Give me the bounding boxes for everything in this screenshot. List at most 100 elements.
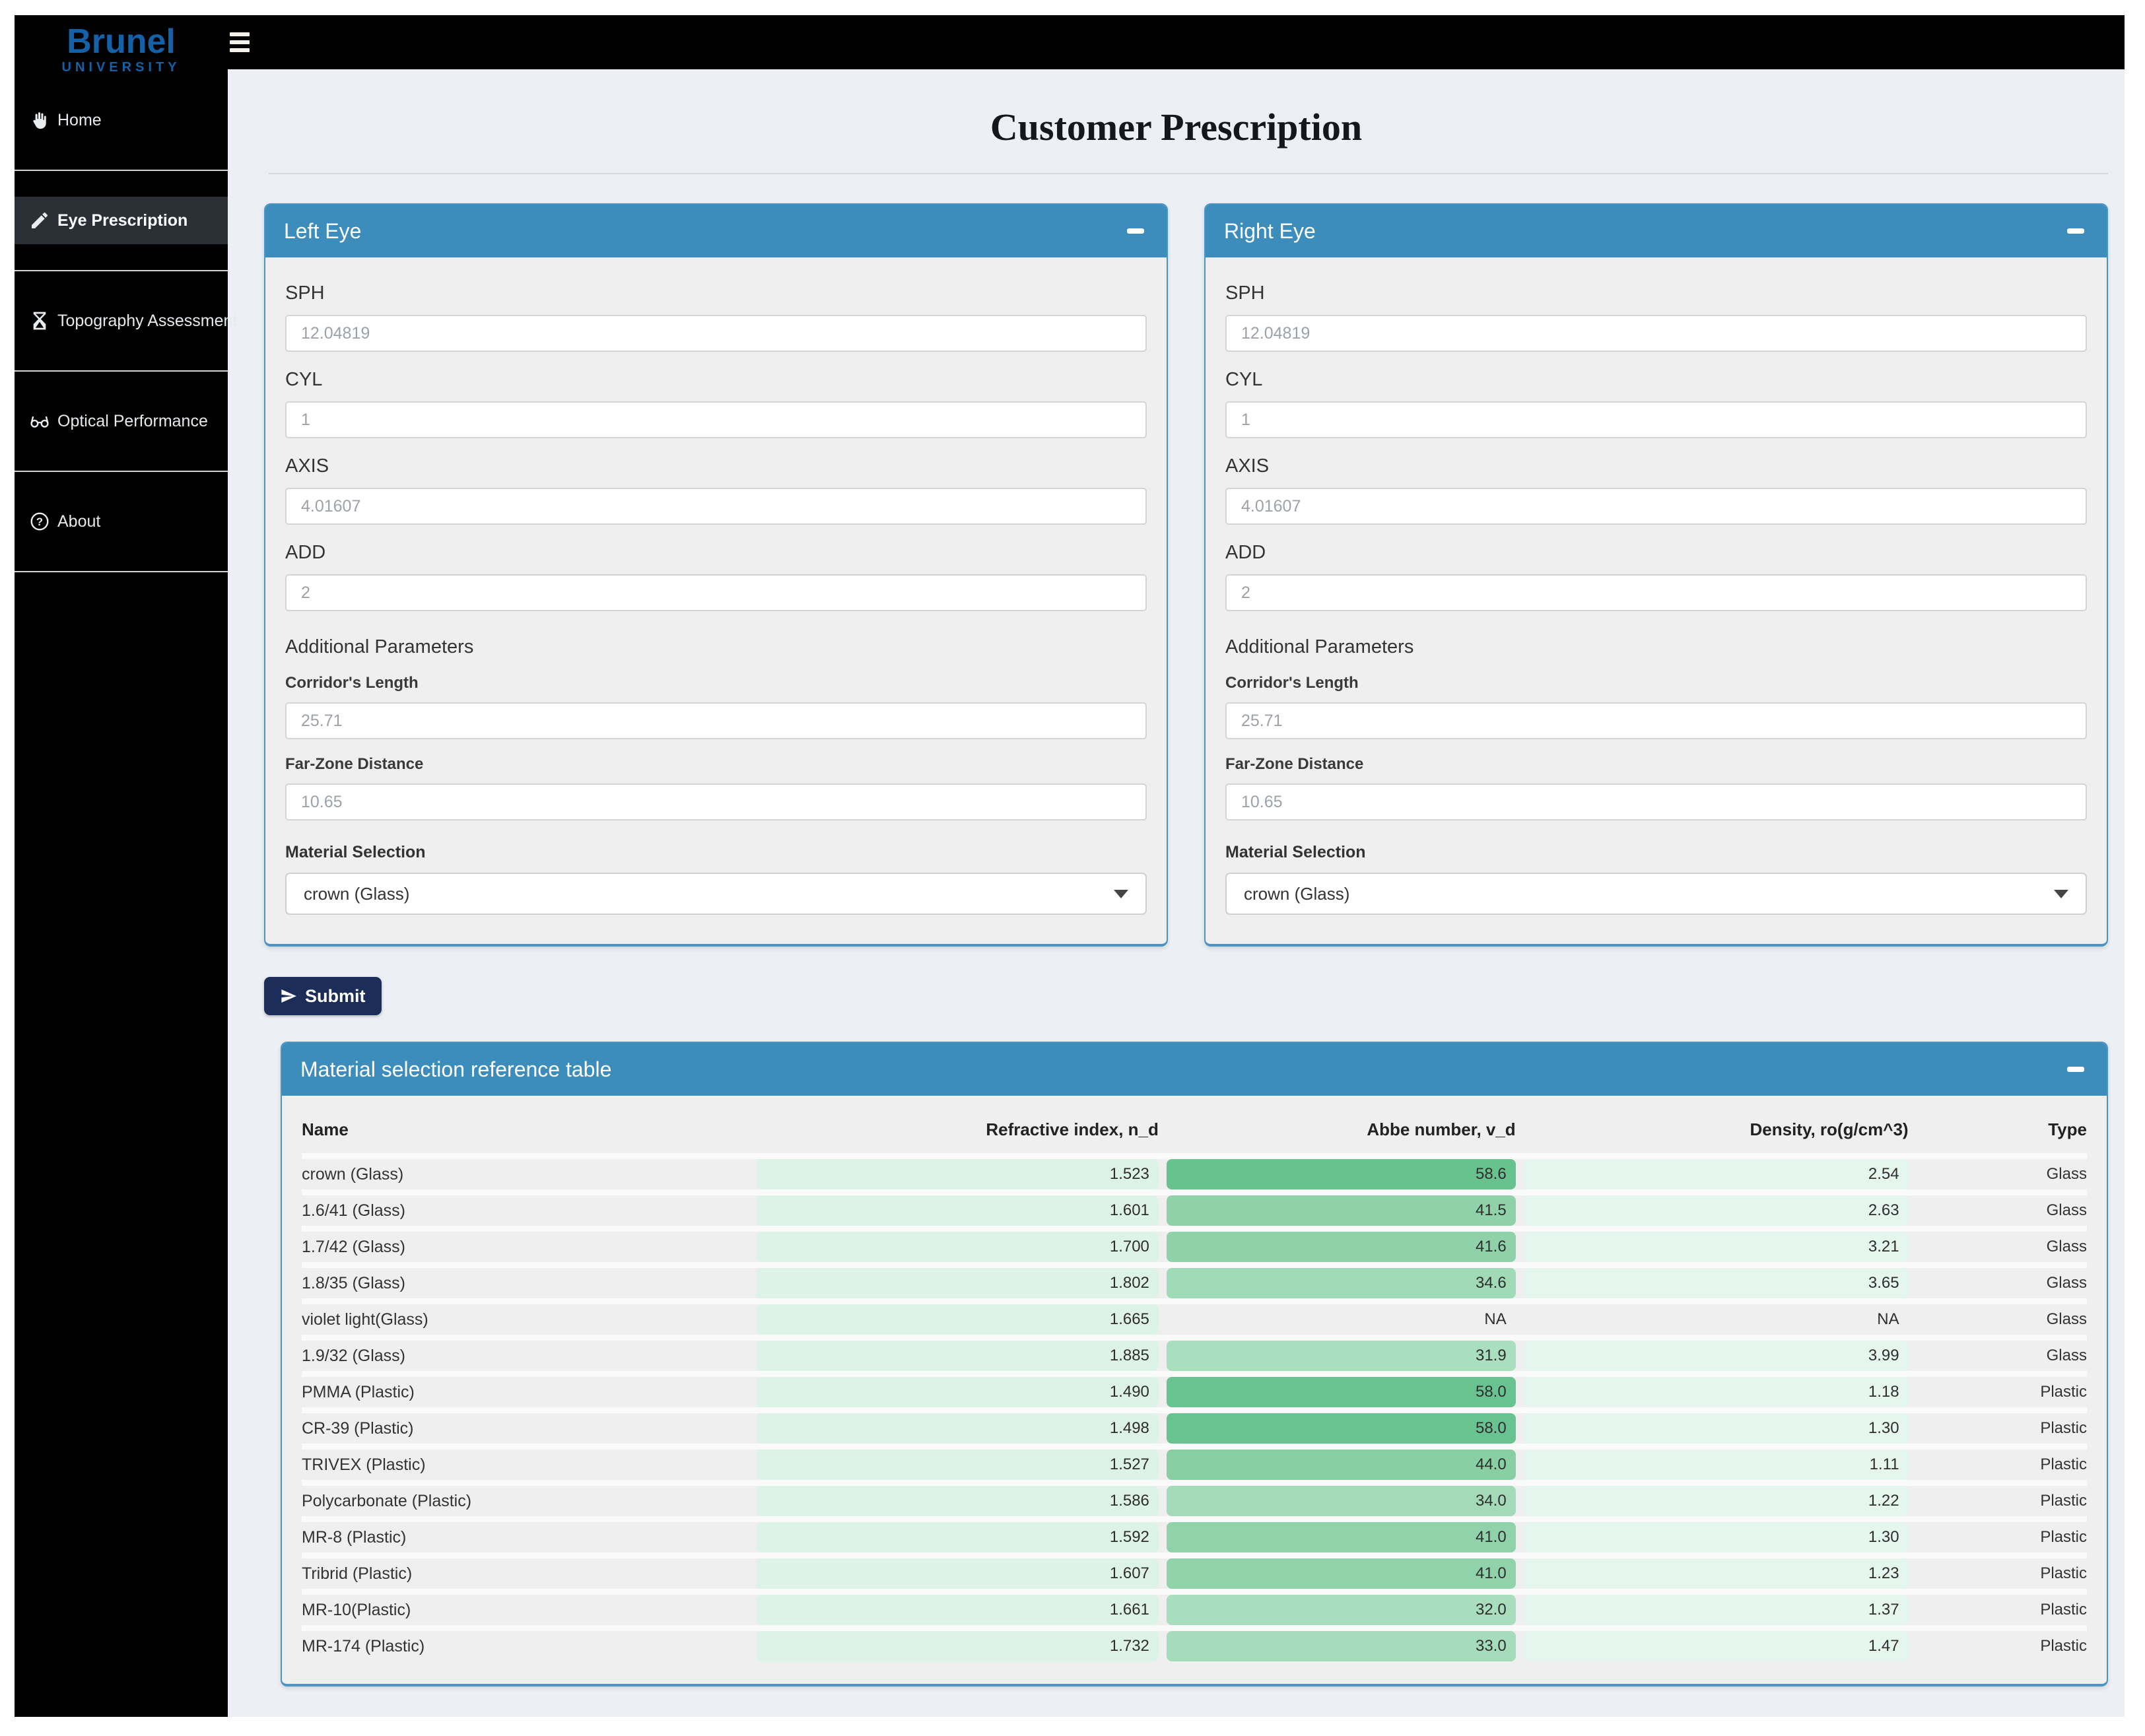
chevron-down-icon bbox=[2054, 890, 2068, 898]
value-bar: 1.665 bbox=[756, 1304, 1159, 1335]
table-row: 1.7/42 (Glass)1.70041.63.21Glass bbox=[302, 1229, 2087, 1265]
density-cell: NA bbox=[1516, 1302, 1909, 1338]
sidebar-item-label: Topography Assessment bbox=[57, 312, 237, 331]
axis-input[interactable] bbox=[1225, 488, 2087, 525]
sidebar-item-topography-assessment[interactable]: Topography Assessment bbox=[15, 271, 228, 372]
material-name: Polycarbonate (Plastic) bbox=[302, 1483, 748, 1519]
collapse-minus-icon[interactable] bbox=[2063, 1063, 2088, 1076]
submit-label: Submit bbox=[305, 986, 366, 1007]
corridor-s-length-input[interactable] bbox=[1225, 702, 2087, 739]
value-bar: 1.30 bbox=[1524, 1522, 1909, 1552]
column-header-density-ro-g-cm-3: Density, ro(g/cm^3) bbox=[1516, 1102, 1909, 1156]
material-reference-panel-title: Material selection reference table bbox=[300, 1057, 611, 1082]
sph-input[interactable] bbox=[1225, 315, 2087, 352]
value-bar: 41.5 bbox=[1167, 1195, 1516, 1226]
value-bar: 1.661 bbox=[756, 1595, 1159, 1625]
sph-label: SPH bbox=[1225, 283, 2087, 304]
density-cell: 1.22 bbox=[1516, 1483, 1909, 1519]
collapse-minus-icon[interactable] bbox=[1123, 224, 1148, 238]
material-type: Glass bbox=[1909, 1265, 2087, 1302]
material-reference-panel: Material selection reference table NameR… bbox=[281, 1042, 2108, 1686]
value-bar: 2.63 bbox=[1524, 1195, 1909, 1226]
axis-input[interactable] bbox=[285, 488, 1147, 525]
sidebar-item-optical-performance[interactable]: Optical Performance bbox=[15, 372, 228, 472]
table-row: MR-174 (Plastic)1.73233.01.47Plastic bbox=[302, 1628, 2087, 1662]
value-bar: 33.0 bbox=[1167, 1631, 1516, 1661]
table-row: Polycarbonate (Plastic)1.58634.01.22Plas… bbox=[302, 1483, 2087, 1519]
table-row: MR-8 (Plastic)1.59241.01.30Plastic bbox=[302, 1519, 2087, 1556]
add-label: ADD bbox=[285, 542, 1147, 564]
sidebar-item-home[interactable]: Home bbox=[15, 71, 228, 171]
density-cell: 1.37 bbox=[1516, 1592, 1909, 1628]
material-type: Glass bbox=[1909, 1338, 2087, 1374]
table-row: 1.8/35 (Glass)1.80234.63.65Glass bbox=[302, 1265, 2087, 1302]
value-bar: 58.6 bbox=[1167, 1159, 1516, 1189]
value-bar: 1.802 bbox=[756, 1268, 1159, 1298]
abbe-number-cell: 34.6 bbox=[1159, 1265, 1516, 1302]
value-bar: 1.523 bbox=[756, 1159, 1159, 1189]
refractive-index-cell: 1.802 bbox=[748, 1265, 1159, 1302]
value-bar: 1.37 bbox=[1524, 1595, 1909, 1625]
density-cell: 2.54 bbox=[1516, 1156, 1909, 1193]
abbe-number-cell: 41.5 bbox=[1159, 1193, 1516, 1229]
value-bar: 32.0 bbox=[1167, 1595, 1516, 1625]
value-bar: 44.0 bbox=[1167, 1450, 1516, 1480]
sidebar-item-eye-prescription[interactable]: Eye Prescription bbox=[15, 171, 228, 271]
left-eye-panel-header: Left Eye bbox=[265, 205, 1167, 257]
collapse-minus-icon[interactable] bbox=[2063, 224, 2088, 238]
value-bar: 3.65 bbox=[1524, 1268, 1909, 1298]
material-type: Glass bbox=[1909, 1193, 2087, 1229]
corridor-s-length-input[interactable] bbox=[285, 702, 1147, 739]
value-bar: 1.586 bbox=[756, 1486, 1159, 1516]
material-name: MR-174 (Plastic) bbox=[302, 1628, 748, 1662]
cyl-input[interactable] bbox=[285, 401, 1147, 438]
sidebar-item-about[interactable]: ?About bbox=[15, 472, 228, 572]
abbe-number-cell: 58.0 bbox=[1159, 1411, 1516, 1447]
material-type: Plastic bbox=[1909, 1556, 2087, 1592]
add-input[interactable] bbox=[1225, 574, 2087, 611]
submit-button[interactable]: Submit bbox=[264, 977, 382, 1015]
refractive-index-cell: 1.586 bbox=[748, 1483, 1159, 1519]
left-eye-panel: Left EyeSPHCYLAXISADDAdditional Paramete… bbox=[264, 203, 1168, 947]
sph-label: SPH bbox=[285, 283, 1147, 304]
value-bar: 1.732 bbox=[756, 1631, 1159, 1661]
material-name: CR-39 (Plastic) bbox=[302, 1411, 748, 1447]
column-header-name: Name bbox=[302, 1102, 748, 1156]
sidebar-toggle-menu-icon[interactable] bbox=[230, 29, 252, 55]
value-bar: 34.6 bbox=[1167, 1268, 1516, 1298]
refractive-index-cell: 1.601 bbox=[748, 1193, 1159, 1229]
additional-parameters-title: Additional Parameters bbox=[1225, 636, 2087, 658]
far-zone-distance-input[interactable] bbox=[285, 784, 1147, 820]
right-eye-panel: Right EyeSPHCYLAXISADDAdditional Paramet… bbox=[1204, 203, 2108, 947]
abbe-number-cell: 31.9 bbox=[1159, 1338, 1516, 1374]
table-row: 1.6/41 (Glass)1.60141.52.63Glass bbox=[302, 1193, 2087, 1229]
material-name: 1.7/42 (Glass) bbox=[302, 1229, 748, 1265]
material-select[interactable]: crown (Glass) bbox=[1225, 873, 2087, 915]
far-zone-distance-label: Far-Zone Distance bbox=[1225, 755, 2087, 774]
cyl-input[interactable] bbox=[1225, 401, 2087, 438]
column-header-type: Type bbox=[1909, 1102, 2087, 1156]
material-type: Plastic bbox=[1909, 1628, 2087, 1662]
material-select[interactable]: crown (Glass) bbox=[285, 873, 1147, 915]
reference-table-header-row: NameRefractive index, n_dAbbe number, v_… bbox=[302, 1102, 2087, 1156]
paper-plane-icon bbox=[280, 987, 297, 1005]
sph-input[interactable] bbox=[285, 315, 1147, 352]
cyl-label: CYL bbox=[285, 369, 1147, 391]
value-bar: 1.22 bbox=[1524, 1486, 1909, 1516]
sidebar-item-label: Eye Prescription bbox=[57, 211, 187, 230]
table-row: crown (Glass)1.52358.62.54Glass bbox=[302, 1156, 2087, 1193]
add-field: ADD bbox=[285, 542, 1147, 611]
eye-panels-row: Left EyeSPHCYLAXISADDAdditional Paramete… bbox=[228, 174, 2125, 947]
abbe-number-cell: NA bbox=[1159, 1302, 1516, 1338]
abbe-number-cell: 33.0 bbox=[1159, 1628, 1516, 1662]
abbe-number-cell: 58.0 bbox=[1159, 1374, 1516, 1411]
abbe-number-cell: 41.6 bbox=[1159, 1229, 1516, 1265]
column-header-abbe-number-v-d: Abbe number, v_d bbox=[1159, 1102, 1516, 1156]
value-bar: 1.700 bbox=[756, 1232, 1159, 1262]
refractive-index-cell: 1.700 bbox=[748, 1229, 1159, 1265]
value-bar: 31.9 bbox=[1167, 1341, 1516, 1371]
add-input[interactable] bbox=[285, 574, 1147, 611]
far-zone-distance-input[interactable] bbox=[1225, 784, 2087, 820]
value-bar: 1.885 bbox=[756, 1341, 1159, 1371]
pencil-icon bbox=[29, 210, 50, 231]
